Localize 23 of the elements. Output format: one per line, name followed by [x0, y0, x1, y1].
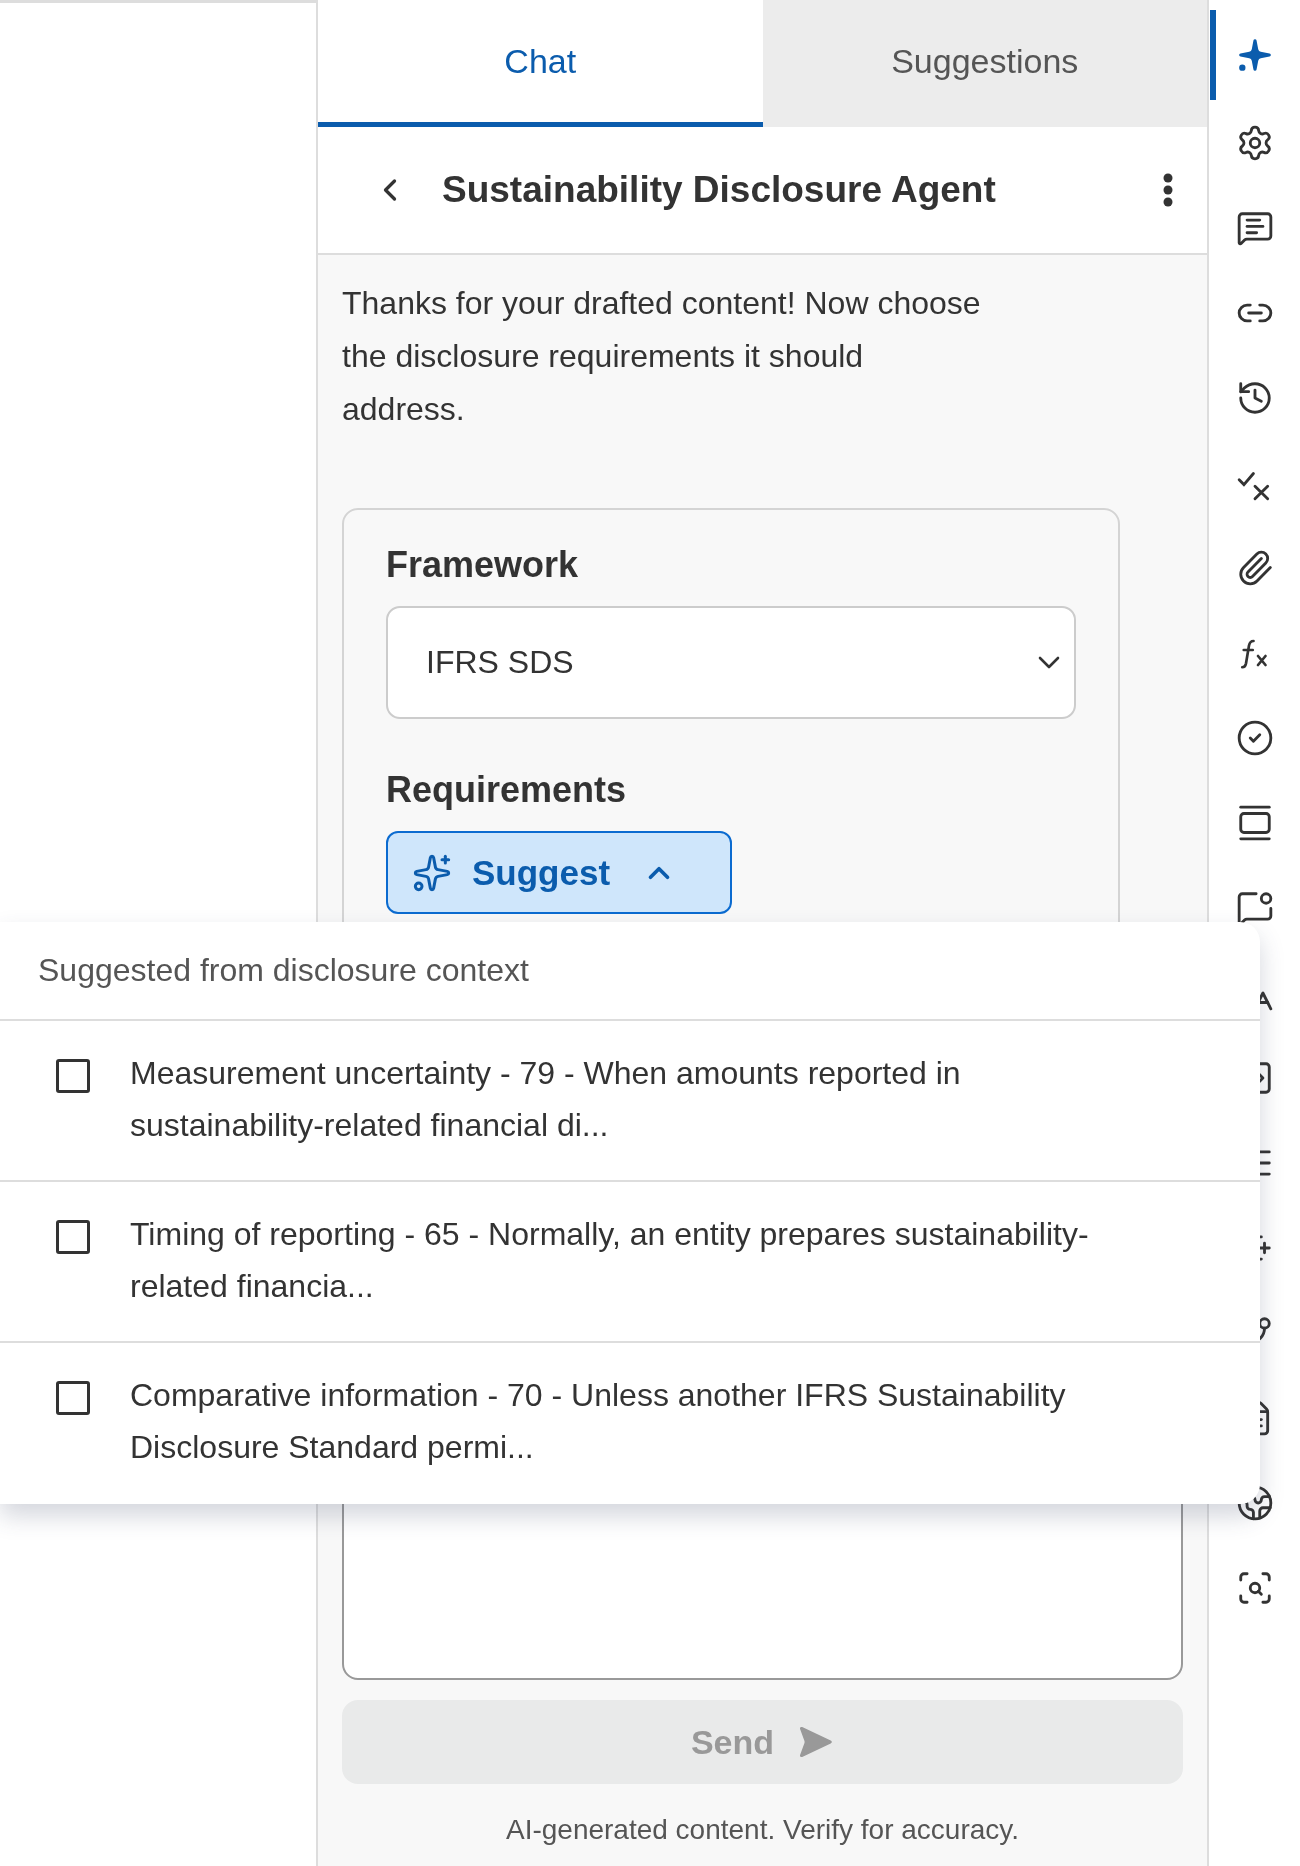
tab[interactable]: Chat: [318, 0, 763, 127]
requirements-label: Requirements: [386, 769, 628, 811]
suggestion-option[interactable]: Timing of reporting - 65 - Normally, an entity prepares sustainability-related financia...: [0, 1182, 1260, 1343]
checkbox[interactable]: [56, 1220, 90, 1254]
disclaimer-text: AI-generated content. Verify for accuracy.: [504, 1814, 1021, 1846]
option-text: Measurement uncertainty - 79 - When amounts reported in sustainability-related financial di...: [130, 1054, 962, 1145]
suggestion-option[interactable]: Measurement uncertainty - 79 - When amounts reported in sustainability-related financial di...: [0, 1021, 1260, 1182]
option-text: Comparative information - 70 - Unless another IFRS Sustainability Disclosure Standard permi...: [130, 1376, 1067, 1467]
tab[interactable]: Suggestions: [762, 0, 1207, 127]
checkbox[interactable]: [56, 1059, 90, 1093]
sparkles-icon: [412, 852, 452, 893]
chevron-down-icon: [1038, 656, 1060, 669]
chat-message: Thanks for your drafted content! Now choose the disclosure requirements it should address.: [342, 284, 982, 429]
framework-label: Framework: [386, 544, 580, 586]
agent-title: Sustainability Disclosure Agent: [442, 169, 997, 211]
check-circle-icon: [1235, 718, 1274, 757]
suggestion-option[interactable]: Comparative information - 70 - Unless another IFRS Sustainability Disclosure Standard permi...: [0, 1343, 1260, 1504]
option-text: Timing of reporting - 65 - Normally, an entity prepares sustainability-related financia...: [130, 1215, 1090, 1306]
menu-heading: Suggested from disclosure context: [0, 922, 1260, 1021]
suggest-button[interactable]: Suggest: [386, 831, 732, 914]
more-icon: [1163, 173, 1173, 207]
checkbox[interactable]: [56, 1381, 90, 1415]
framework-select[interactable]: IFRS SDS: [386, 606, 1076, 719]
